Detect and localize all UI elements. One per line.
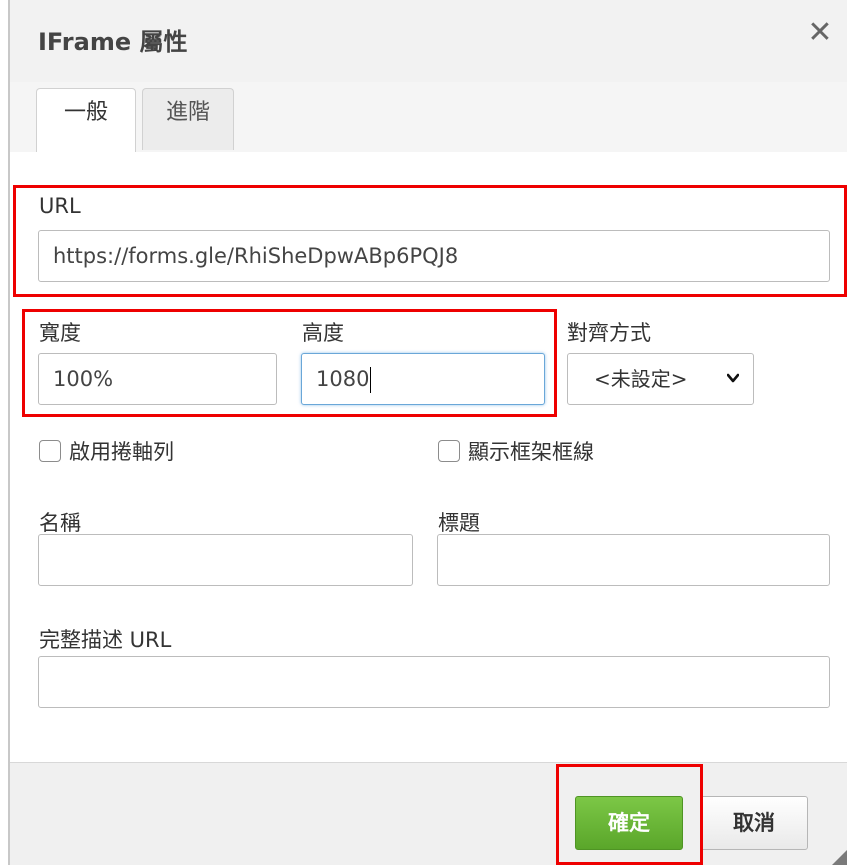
frame-border-checkbox[interactable]: [438, 440, 460, 462]
iframe-properties-dialog: IFrame 屬性 ✕ 一般 進階 URL https://forms.gle/…: [10, 0, 847, 865]
align-select-value: <未設定>: [594, 367, 688, 391]
scrollbar-option[interactable]: 啟用捲軸列: [39, 438, 339, 468]
url-input-value: https://forms.gle/RhiSheDpwABp6PQJ8: [53, 244, 459, 268]
tab-content-general: URL https://forms.gle/RhiSheDpwABp6PQJ8 …: [10, 152, 847, 762]
width-input-value: 100%: [53, 367, 114, 391]
height-input-value: 1080: [316, 367, 370, 391]
chevron-down-icon: [727, 373, 739, 383]
title-input[interactable]: [437, 534, 830, 586]
page-left-edge: [0, 0, 10, 865]
frame-border-checkbox-label: 顯示框架框線: [468, 440, 594, 464]
dialog-titlebar[interactable]: IFrame 屬性 ✕: [10, 0, 847, 83]
title-label: 標題: [438, 511, 480, 535]
url-label: URL: [39, 194, 81, 218]
frame-border-option[interactable]: 顯示框架框線: [438, 438, 758, 468]
longdesc-input[interactable]: [38, 656, 830, 708]
align-select[interactable]: <未設定>: [567, 353, 754, 405]
height-label: 高度: [302, 321, 344, 345]
resize-grip-icon[interactable]: [831, 850, 847, 865]
url-input[interactable]: https://forms.gle/RhiSheDpwABp6PQJ8: [38, 230, 830, 282]
scrollbar-checkbox[interactable]: [39, 440, 61, 462]
width-input[interactable]: 100%: [38, 353, 277, 405]
tab-general[interactable]: 一般: [36, 88, 136, 152]
scrollbar-checkbox-label: 啟用捲軸列: [69, 440, 174, 464]
name-label: 名稱: [39, 511, 81, 535]
dialog-title: IFrame 屬性: [38, 28, 188, 56]
align-label: 對齊方式: [567, 321, 651, 345]
longdesc-label: 完整描述 URL: [39, 628, 172, 652]
height-input[interactable]: 1080: [301, 353, 545, 405]
cancel-button[interactable]: 取消: [700, 796, 808, 850]
name-input[interactable]: [38, 534, 413, 586]
text-caret: [370, 367, 372, 393]
close-icon[interactable]: ✕: [805, 18, 835, 48]
dialog-footer: 確定 取消: [10, 762, 847, 865]
width-label: 寬度: [39, 321, 81, 345]
tab-bar: 一般 進階: [10, 82, 847, 153]
ok-button[interactable]: 確定: [575, 796, 683, 850]
page: IFrame 屬性 ✕ 一般 進階 URL https://forms.gle/…: [0, 0, 847, 865]
tab-advanced[interactable]: 進階: [142, 88, 234, 150]
